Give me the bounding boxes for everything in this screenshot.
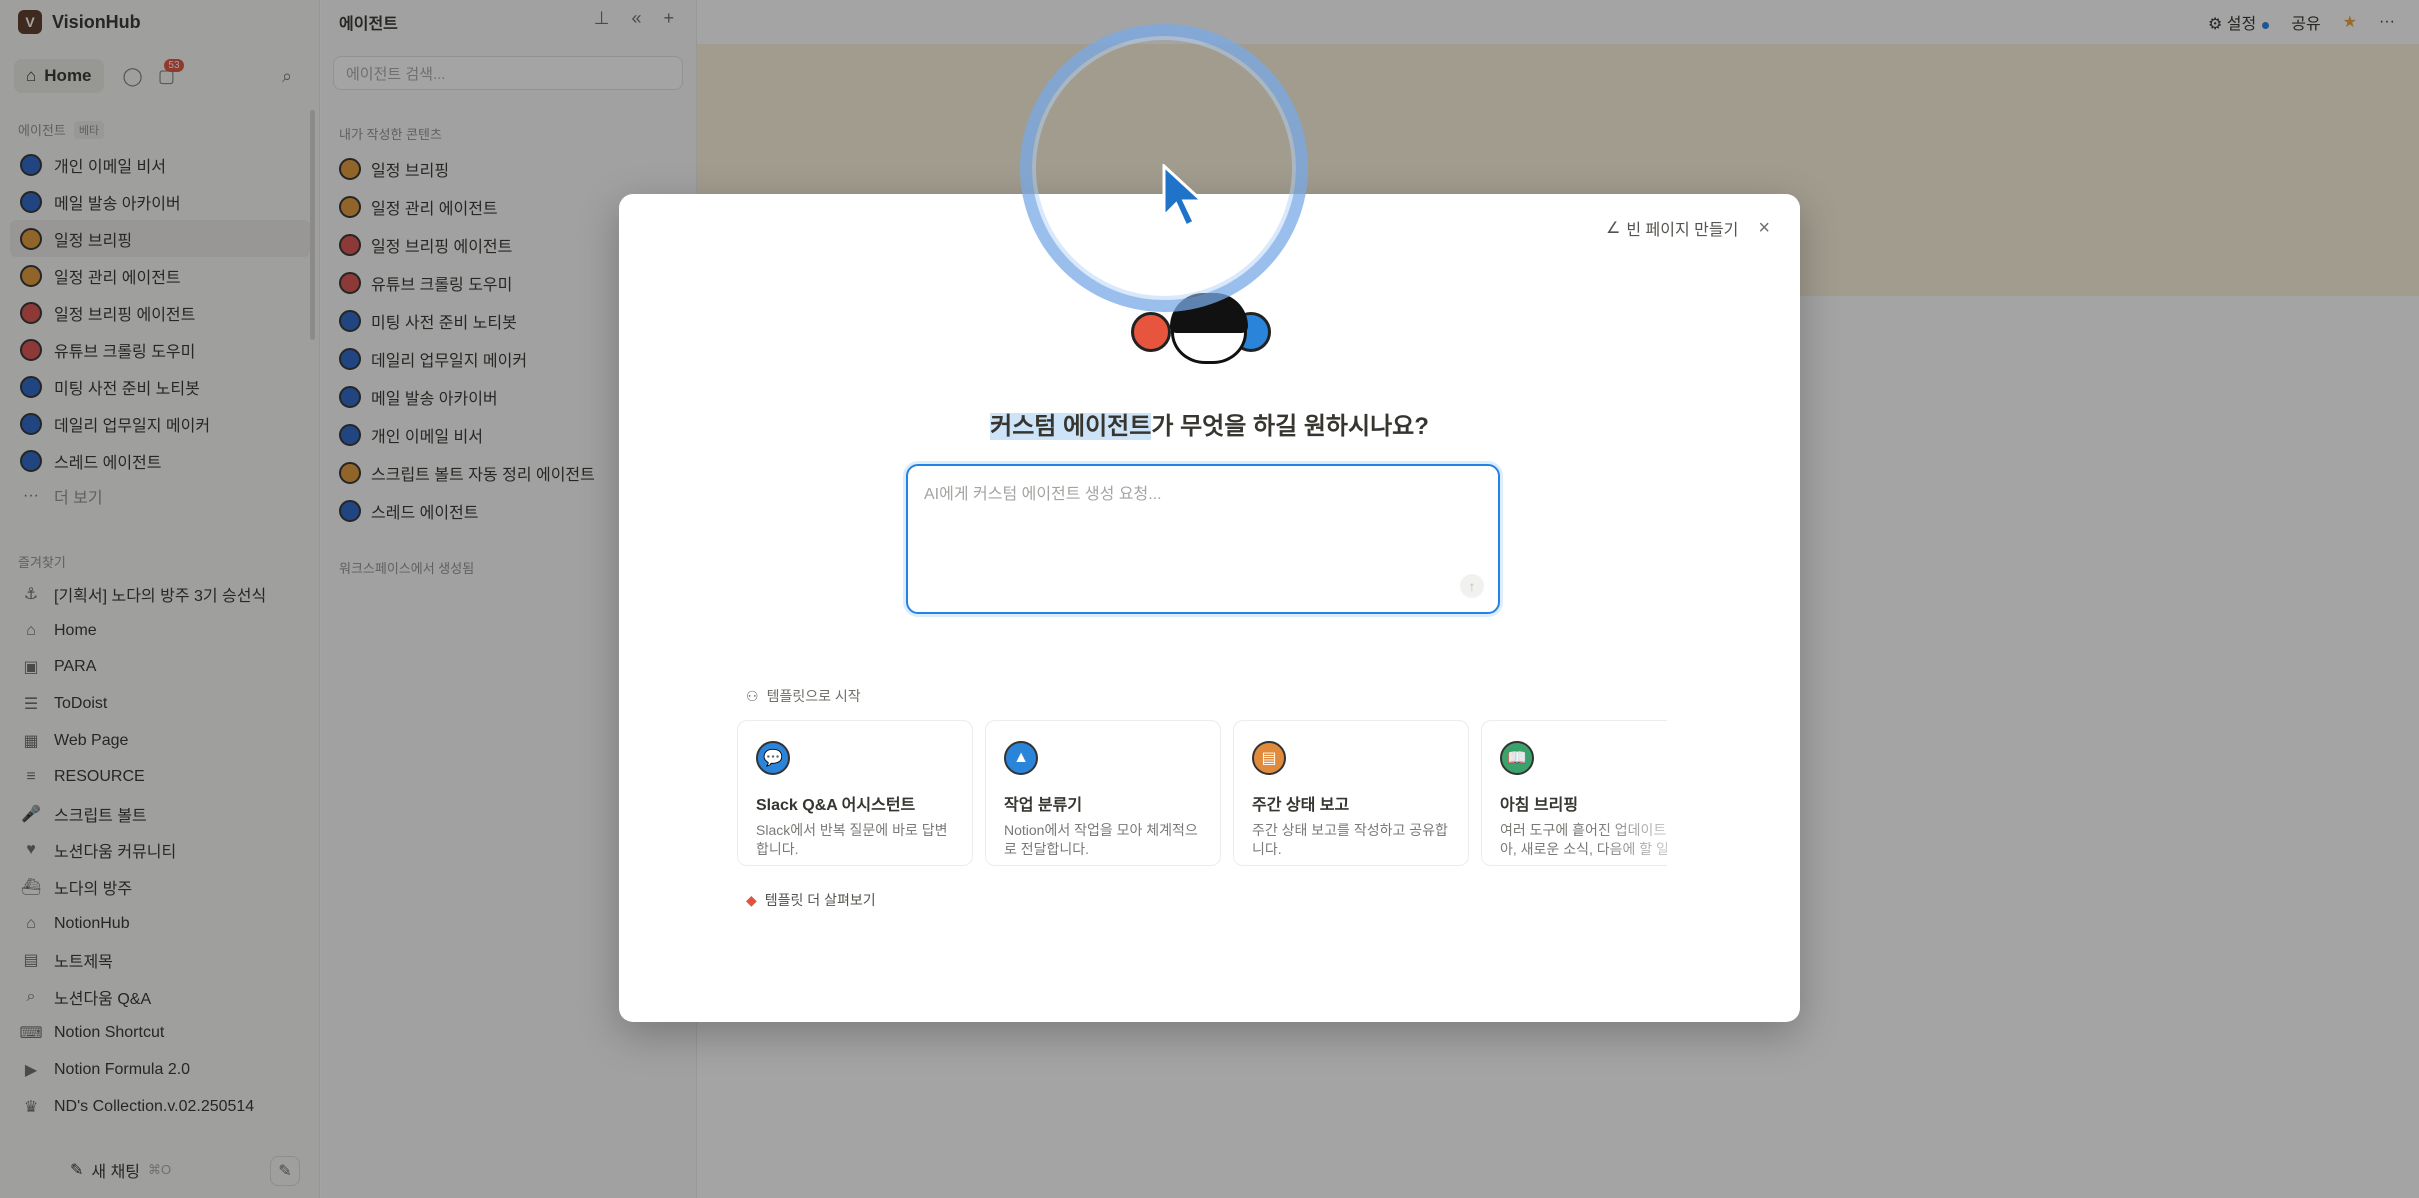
more-templates-label: 템플릿 더 살펴보기 [764,892,876,908]
create-agent-modal: ∠ 빈 페이지 만들기 × 커스텀 에이전트가 무엇을 하길 원하시나요? ↑ … [619,194,1800,1022]
app-window: V VisionHub ⌂ Home ◯ ▢ 53 ⌕ 에이전트 베타 개인 이메… [0,0,2419,1198]
clipboard-icon: ▤ [1252,741,1286,775]
sorting-hat-icon: ▲ [1004,741,1038,775]
close-icon[interactable]: × [1758,217,1770,240]
template-title: Slack Q&A 어시스턴트 [756,797,916,814]
template-card[interactable]: ▤ 주간 상태 보고주간 상태 보고를 작성하고 공유합니다. [1233,720,1469,866]
templates-label: ⚇ 템플릿으로 시작 [746,686,861,706]
template-title: 아침 브리핑 [1500,797,1579,814]
blank-page-label: 빈 페이지 만들기 [1626,222,1739,239]
template-card[interactable]: 📖 아침 브리핑여러 도구에 흩어진 업데이트를 모아, 새로운 소식, 다음에 … [1481,720,1667,866]
template-description: 여러 도구에 흩어진 업데이트를 모아, 새로운 소식, 다음에 할 일 [1500,822,1667,857]
chat-bubble-icon: 💬 [756,741,790,775]
template-icon: ⚇ [746,687,759,704]
modal-header-actions: ∠ 빈 페이지 만들기 × [1606,216,1770,240]
prompt-box: ↑ [906,464,1500,614]
template-description: 주간 상태 보고를 작성하고 공유합니다. [1252,822,1448,857]
mouse-cursor-icon [1162,164,1206,229]
title-rest: 가 무엇을 하길 원하시나요? [1151,413,1429,440]
pencil-icon: ∠ [1606,220,1621,237]
title-highlight: 커스텀 에이전트 [990,413,1152,440]
modal-title: 커스텀 에이전트가 무엇을 하길 원하시나요? [619,406,1800,441]
agent-prompt-input[interactable] [924,480,1484,580]
colorful-blocks-icon: ◆ [746,891,757,908]
more-templates-button[interactable]: ◆ 템플릿 더 살펴보기 [746,890,876,910]
template-description: Notion에서 작업을 모아 체계적으로 전달합니다. [1004,822,1198,857]
template-description: Slack에서 반복 질문에 바로 답변합니다. [756,822,948,857]
template-card[interactable]: ▲ 작업 분류기 Notion에서 작업을 모아 체계적으로 전달합니다. [985,720,1221,866]
template-card[interactable]: 💬 Slack Q&A 어시스턴트 Slack에서 반복 질문에 바로 답변합니다. [737,720,973,866]
blank-page-button[interactable]: ∠ 빈 페이지 만들기 [1606,216,1738,240]
template-cards: 💬 Slack Q&A 어시스턴트 Slack에서 반복 질문에 바로 답변합니다.… [737,720,1667,868]
red-agent-avatar-icon [1131,312,1171,352]
templates-label-text: 템플릿으로 시작 [766,688,861,704]
template-title: 주간 상태 보고 [1252,797,1350,814]
book-icon: 📖 [1500,741,1534,775]
send-arrow-icon[interactable]: ↑ [1460,574,1484,598]
template-title: 작업 분류기 [1004,797,1083,814]
